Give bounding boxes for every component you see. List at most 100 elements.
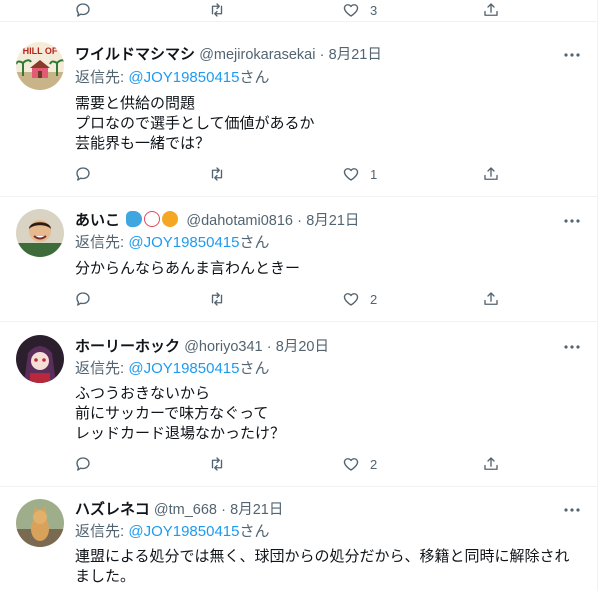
separator-dot: · bbox=[221, 502, 226, 518]
avatar[interactable]: HILL OF bbox=[16, 42, 64, 90]
display-name[interactable]: ワイルドマシマシ bbox=[75, 46, 195, 63]
reply-label: 返信先: bbox=[75, 69, 125, 86]
heart-icon bbox=[343, 293, 359, 306]
reply-icon bbox=[76, 3, 90, 17]
retweet-button[interactable] bbox=[208, 0, 226, 20]
tweet-text-line: レッドカード退場なかったけ？ bbox=[75, 425, 286, 442]
tweet-text-line: 芸能界も一緒では？ bbox=[75, 135, 211, 152]
display-name[interactable]: ホーリーホック bbox=[75, 338, 180, 355]
more-icon bbox=[564, 508, 580, 512]
reply-mention-link[interactable]: @JOY19850415 bbox=[128, 69, 239, 86]
tweet-text-line: 分からんならあんま言わんときー bbox=[75, 260, 301, 277]
avatar[interactable] bbox=[16, 499, 64, 547]
reply-mention-link[interactable]: @JOY19850415 bbox=[128, 234, 239, 251]
person-photo-avatar bbox=[16, 209, 64, 257]
tweet-text-line: 需要と供給の問題 bbox=[75, 95, 196, 112]
like-button[interactable]: 1 bbox=[342, 164, 377, 184]
heart-icon bbox=[343, 168, 359, 181]
tweet-actions: 3 bbox=[74, 0, 504, 20]
retweet-icon bbox=[211, 167, 223, 181]
tweet-text: 連盟による処分では無く、球団からの処分だから、移籍と同時に解除され ました。 bbox=[75, 547, 577, 587]
user-handle[interactable]: @dahotami0816 bbox=[186, 213, 293, 229]
avatar[interactable] bbox=[16, 335, 64, 383]
timeline: 3 HILL OF ワイルドマシマシ @mejirokarasekai · 8月… bbox=[0, 0, 598, 591]
user-handle[interactable]: @tm_668 bbox=[154, 502, 217, 518]
share-icon bbox=[484, 167, 498, 180]
tweet-text-line: ました。 bbox=[75, 568, 136, 585]
like-count: 2 bbox=[370, 456, 378, 472]
display-name[interactable]: ハズレネコ bbox=[75, 501, 150, 518]
heart-icon bbox=[343, 4, 359, 17]
retweet-icon bbox=[211, 457, 223, 471]
tweet-header: ワイルドマシマシ @mejirokarasekai · 8月21日 bbox=[75, 45, 557, 65]
share-icon bbox=[484, 3, 498, 16]
tweet-actions: 1 bbox=[74, 164, 504, 184]
like-button[interactable]: 2 bbox=[342, 289, 377, 309]
tiger-emoji-icon bbox=[162, 211, 179, 227]
tweet[interactable]: HILL OF ワイルドマシマシ @mejirokarasekai · 8月21… bbox=[0, 22, 597, 197]
tweet[interactable]: ハズレネコ @tm_668 · 8月21日 返信先: @JOY19850415さ… bbox=[0, 487, 597, 591]
reply-suffix: さん bbox=[239, 69, 270, 86]
like-button[interactable]: 2 bbox=[342, 454, 377, 474]
more-options-button[interactable] bbox=[563, 46, 581, 64]
display-name[interactable]: あいこ bbox=[75, 212, 120, 229]
like-count: 2 bbox=[370, 291, 378, 307]
tweet[interactable]: ホーリーホック @horiyo341 · 8月20日 返信先: @JOY1985… bbox=[0, 322, 597, 487]
reply-icon bbox=[76, 292, 90, 306]
tweet-actions: 2 bbox=[74, 289, 504, 309]
reply-button[interactable] bbox=[74, 454, 92, 474]
avatar[interactable] bbox=[16, 209, 64, 257]
reply-button[interactable] bbox=[74, 289, 92, 309]
separator-dot: · bbox=[297, 213, 303, 229]
more-icon bbox=[564, 345, 580, 349]
separator-dot: · bbox=[266, 339, 272, 355]
more-options-button[interactable] bbox=[563, 338, 581, 356]
tweet-date[interactable]: 8月21日 bbox=[306, 213, 359, 229]
user-handle[interactable]: @mejirokarasekai bbox=[199, 47, 315, 63]
like-count: 3 bbox=[370, 2, 378, 18]
reply-icon bbox=[76, 457, 90, 471]
tweet-text-line: ふつうおきないから bbox=[75, 385, 211, 402]
more-options-button[interactable] bbox=[563, 501, 581, 519]
reply-mention-link[interactable]: @JOY19850415 bbox=[128, 523, 239, 540]
tweet-date[interactable]: 8月21日 bbox=[329, 47, 382, 63]
reply-context: 返信先: @JOY19850415さん bbox=[75, 522, 270, 542]
baseball-emoji-icon bbox=[144, 211, 161, 227]
reply-button[interactable] bbox=[74, 164, 92, 184]
more-options-button[interactable] bbox=[563, 212, 581, 230]
retweet-button[interactable] bbox=[208, 289, 226, 309]
reply-icon bbox=[76, 167, 90, 181]
avatar-logo-text: HILL OF bbox=[23, 46, 58, 56]
fish-emoji-icon bbox=[126, 211, 143, 227]
like-button[interactable]: 3 bbox=[342, 0, 377, 20]
separator-dot: · bbox=[319, 47, 325, 63]
more-icon bbox=[564, 53, 580, 57]
tweet-partial: 3 bbox=[0, 0, 597, 22]
tweet[interactable]: あいこ @dahotami0816 · 8月21日 返信先: @JOY19850… bbox=[0, 197, 597, 322]
retweet-icon bbox=[211, 3, 223, 17]
tweet-text: 分からんならあんま言わんときー bbox=[75, 259, 577, 279]
share-button[interactable] bbox=[482, 454, 500, 474]
share-button[interactable] bbox=[482, 0, 500, 20]
cat-photo-avatar bbox=[16, 499, 64, 547]
anime-character-avatar bbox=[16, 335, 64, 383]
retweet-icon bbox=[211, 292, 223, 306]
reply-mention-link[interactable]: @JOY19850415 bbox=[128, 360, 239, 377]
reply-button[interactable] bbox=[74, 0, 92, 20]
retweet-button[interactable] bbox=[208, 454, 226, 474]
share-button[interactable] bbox=[482, 164, 500, 184]
user-handle[interactable]: @horiyo341 bbox=[184, 339, 262, 355]
reply-label: 返信先: bbox=[75, 523, 125, 540]
reply-suffix: さん bbox=[239, 523, 270, 540]
tweet-date[interactable]: 8月20日 bbox=[276, 339, 329, 355]
tweet-header: ハズレネコ @tm_668 · 8月21日 bbox=[75, 500, 557, 520]
reply-context: 返信先: @JOY19850415さん bbox=[75, 233, 270, 253]
share-button[interactable] bbox=[482, 289, 500, 309]
tweet-text: ふつうおきないから 前にサッカーで味方なぐって レッドカード退場なかったけ？ bbox=[75, 384, 577, 444]
retweet-button[interactable] bbox=[208, 164, 226, 184]
tweet-date[interactable]: 8月21日 bbox=[230, 502, 283, 518]
tweet-header: ホーリーホック @horiyo341 · 8月20日 bbox=[75, 337, 557, 357]
share-icon bbox=[484, 292, 498, 305]
reply-context: 返信先: @JOY19850415さん bbox=[75, 359, 270, 379]
tweet-text-line: 連盟による処分では無く、球団からの処分だから、移籍と同時に解除され bbox=[75, 548, 570, 565]
